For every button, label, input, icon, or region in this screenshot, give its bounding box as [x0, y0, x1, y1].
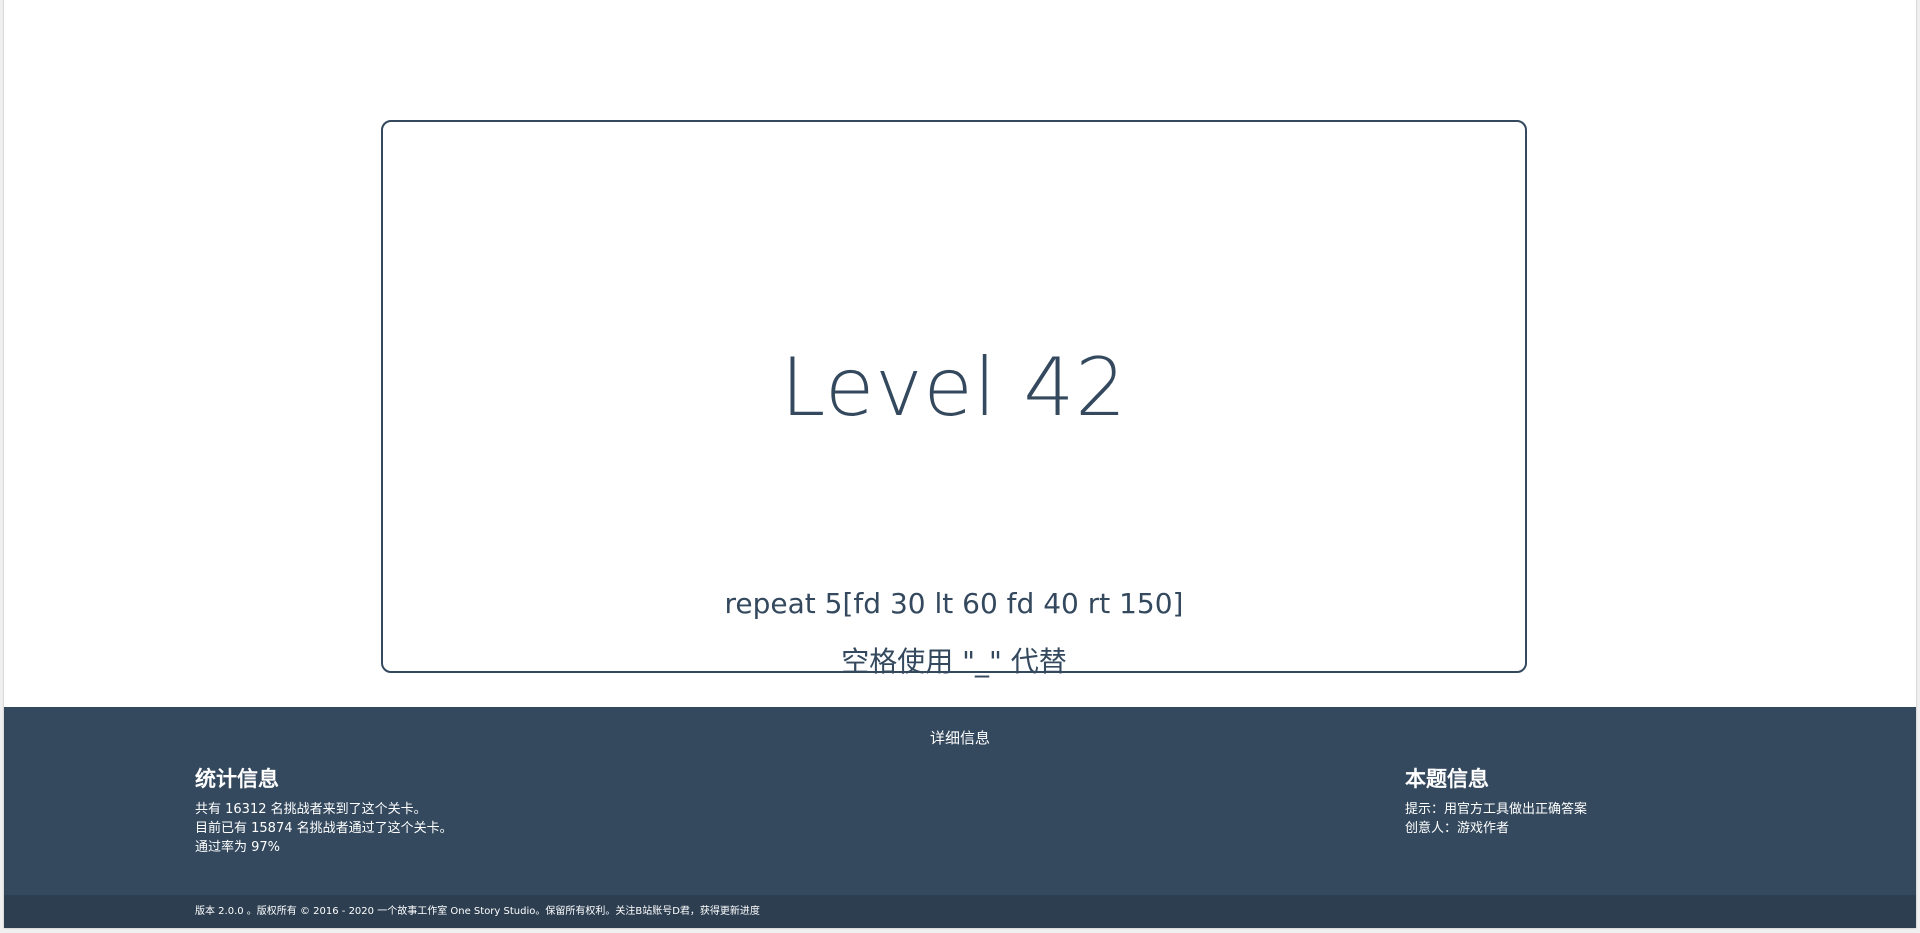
problem-info-section: 本题信息 提示：用官方工具做出正确答案 创意人：游戏作者: [1405, 767, 1587, 838]
level-hint: 空格使用 "_" 代替: [841, 645, 1067, 678]
copyright-bar: 版本 2.0.0 。版权所有 © 2016 - 2020 一个故事工作室 One…: [4, 895, 1916, 928]
stats-line-passed: 目前已有 15874 名挑战者通过了这个关卡。: [195, 821, 453, 837]
footer-heading: 详细信息: [929, 729, 990, 747]
footer: 详细信息 统计信息 共有 16312 名挑战者来到了这个关卡。 目前已有 158…: [4, 707, 1916, 895]
stats-section: 统计信息 共有 16312 名挑战者来到了这个关卡。 目前已有 15874 名挑…: [195, 767, 453, 857]
problem-info-hint: 提示：用官方工具做出正确答案: [1405, 802, 1588, 818]
level-title: Level 42: [780, 341, 1128, 434]
stats-line-pass-rate: 通过率为 97%: [195, 840, 281, 856]
stats-line-visitors: 共有 16312 名挑战者来到了这个关卡。: [195, 802, 427, 818]
stats-title: 统计信息: [195, 767, 279, 791]
problem-info-author: 创意人：游戏作者: [1405, 821, 1510, 837]
problem-info-title: 本题信息: [1405, 767, 1489, 791]
level-code: repeat 5[fd 30 lt 60 fd 40 rt 150]: [724, 587, 1184, 620]
copyright-text: 版本 2.0.0 。版权所有 © 2016 - 2020 一个故事工作室 One…: [195, 906, 760, 917]
level-card: Level 42 repeat 5[fd 30 lt 60 fd 40 rt 1…: [381, 120, 1527, 678]
